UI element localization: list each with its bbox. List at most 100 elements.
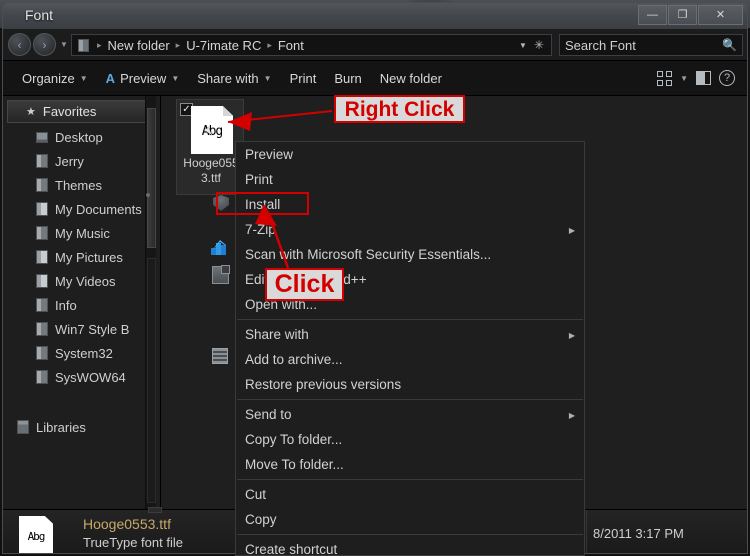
title-bar[interactable]: Font — ❐ ✕ xyxy=(3,3,747,29)
sidebar-item-my-music[interactable]: My Music xyxy=(3,221,160,245)
sidebar-item-win7-style-b[interactable]: Win7 Style B xyxy=(3,317,160,341)
folder-icon xyxy=(36,154,48,168)
breadcrumb-actions: ▼ ✳ xyxy=(519,38,547,52)
chevron-down-icon: ▼ xyxy=(263,73,272,83)
menu-item-print[interactable]: Print xyxy=(236,167,584,192)
breadcrumb-item-1[interactable]: U-7imate RC xyxy=(184,38,263,53)
chevron-right-icon: ▶ xyxy=(568,411,575,420)
menu-item-label: Move To folder... xyxy=(245,457,344,472)
toolbar: Organize ▼ A Preview ▼ Share with ▼ Prin… xyxy=(3,61,747,96)
star-icon: ★ xyxy=(26,106,36,118)
minimize-button[interactable]: — xyxy=(638,5,667,25)
sidebar-item-label: Themes xyxy=(55,177,102,193)
toolbar-new-folder-button[interactable]: New folder xyxy=(371,67,451,90)
status-file-name: Hooge0553.ttf xyxy=(83,516,171,532)
menu-item-create-shortcut[interactable]: Create shortcut xyxy=(236,537,584,556)
preview-icon: A xyxy=(105,70,116,86)
sidebar-item-info[interactable]: Info xyxy=(3,293,160,317)
menu-item-label: Copy To folder... xyxy=(245,432,343,447)
folder-icon xyxy=(36,274,48,288)
sidebar-item-syswow64[interactable]: SysWOW64 xyxy=(3,365,160,389)
folder-icon xyxy=(36,298,48,312)
menu-item-label: Add to archive... xyxy=(245,352,343,367)
status-file-type: TrueType font file xyxy=(83,535,183,550)
sidebar-favorites-label: Favorites xyxy=(42,104,97,119)
toolbar-print-button[interactable]: Print xyxy=(281,67,326,90)
search-placeholder: Search Font xyxy=(565,37,636,53)
archive-icon xyxy=(212,348,228,364)
back-button[interactable]: ‹ xyxy=(8,33,31,56)
menu-item-copy[interactable]: Copy xyxy=(236,507,584,532)
help-icon[interactable]: ? xyxy=(719,70,735,86)
menu-item-preview[interactable]: Preview xyxy=(236,142,584,167)
toolbar-preview-button[interactable]: A Preview ▼ xyxy=(97,67,189,90)
desktop-icon xyxy=(36,131,48,143)
menu-item-share-with[interactable]: Share with ▶ xyxy=(236,322,584,347)
menu-item-label: Cut xyxy=(245,487,267,502)
toolbar-share-with-label: Share with xyxy=(197,70,259,86)
menu-item-label: Preview xyxy=(245,147,294,162)
folder-icon xyxy=(78,38,89,52)
screen: Font — ❐ ✕ ‹ › ▼ ▸ New folder ▸ U-7imate… xyxy=(0,0,750,556)
breadcrumb-separator: ▸ xyxy=(175,39,181,50)
toolbar-burn-button[interactable]: Burn xyxy=(325,67,370,90)
scrollbar-thumb[interactable] xyxy=(147,108,156,248)
sidebar-item-libraries[interactable]: Libraries xyxy=(3,415,160,439)
menu-item-send-to[interactable]: Send to ▶ xyxy=(236,402,584,427)
sidebar-item-my-documents[interactable]: My Documents xyxy=(3,197,160,221)
sidebar-item-my-pictures[interactable]: My Pictures xyxy=(3,245,160,269)
view-layout-icon[interactable] xyxy=(657,70,673,86)
refresh-icon[interactable]: ✳ xyxy=(534,38,544,52)
maximize-button[interactable]: ❐ xyxy=(668,5,697,25)
history-dropdown-icon[interactable]: ▼ xyxy=(60,40,68,49)
list-item[interactable]: ✓ Abg Hooge0553.ttf xyxy=(176,99,244,195)
font-sample-text: Abg xyxy=(201,124,223,139)
search-input[interactable]: Search Font 🔍 xyxy=(559,34,743,56)
menu-item-label: Share with xyxy=(245,327,309,342)
menu-item-add-to-archive[interactable]: Add to archive... xyxy=(236,347,584,372)
close-button[interactable]: ✕ xyxy=(698,5,743,25)
menu-item-cut[interactable]: Cut xyxy=(236,482,584,507)
sidebar-item-system32[interactable]: System32 xyxy=(3,341,160,365)
breadcrumb-item-0[interactable]: New folder xyxy=(106,38,172,53)
sidebar-item-label: System32 xyxy=(55,345,113,361)
chevron-down-icon[interactable]: ▼ xyxy=(519,41,527,50)
folder-icon xyxy=(36,202,48,216)
notepad-icon xyxy=(212,265,230,284)
chevron-right-icon: ▶ xyxy=(568,331,575,340)
scrollbar-track-lower[interactable] xyxy=(147,258,156,503)
menu-item-scan-with-mse[interactable]: Scan with Microsoft Security Essentials.… xyxy=(236,242,584,267)
menu-item-label: Copy xyxy=(245,512,277,527)
preview-pane-icon[interactable] xyxy=(696,71,711,85)
breadcrumb-item-2[interactable]: Font xyxy=(276,38,306,53)
chevron-down-icon[interactable]: ▼ xyxy=(680,74,688,83)
menu-item-move-to-folder[interactable]: Move To folder... xyxy=(236,452,584,477)
sidebar-item-favorites[interactable]: ★ Favorites xyxy=(7,100,154,123)
right-click-annotation: Right Click xyxy=(334,95,465,123)
sidebar-item-label: My Pictures xyxy=(55,249,123,265)
status-bar-grip[interactable] xyxy=(148,507,162,513)
sidebar-item-label: SysWOW64 xyxy=(55,369,126,385)
address-bar-row: ‹ › ▼ ▸ New folder ▸ U-7imate RC ▸ Font … xyxy=(3,29,747,61)
library-icon xyxy=(17,420,29,434)
sidebar-item-desktop[interactable]: Desktop xyxy=(3,125,160,149)
menu-item-restore-previous-versions[interactable]: Restore previous versions xyxy=(236,372,584,397)
forward-button[interactable]: › xyxy=(33,33,56,56)
toolbar-organize-button[interactable]: Organize ▼ xyxy=(13,67,97,90)
menu-item-label: Send to xyxy=(245,407,292,422)
toolbar-share-with-button[interactable]: Share with ▼ xyxy=(188,67,280,90)
menu-item-copy-to-folder[interactable]: Copy To folder... xyxy=(236,427,584,452)
page-fold-icon xyxy=(223,106,233,116)
sidebar-item-themes[interactable]: Themes xyxy=(3,173,160,197)
toolbar-organize-label: Organize xyxy=(22,70,75,86)
folder-icon xyxy=(36,226,48,240)
menu-item-7-zip[interactable]: 7-Zip ▶ xyxy=(236,217,584,242)
mse-icon xyxy=(211,240,226,255)
sidebar-item-my-videos[interactable]: My Videos xyxy=(3,269,160,293)
breadcrumb[interactable]: ▸ New folder ▸ U-7imate RC ▸ Font ▼ ✳ xyxy=(71,34,552,56)
sidebar-item-jerry[interactable]: Jerry xyxy=(3,149,160,173)
sidebar-scrollbar[interactable] xyxy=(145,96,156,509)
chevron-right-icon: ▶ xyxy=(568,226,575,235)
folder-icon xyxy=(36,178,48,192)
scrollbar-grip-dot xyxy=(146,193,150,197)
